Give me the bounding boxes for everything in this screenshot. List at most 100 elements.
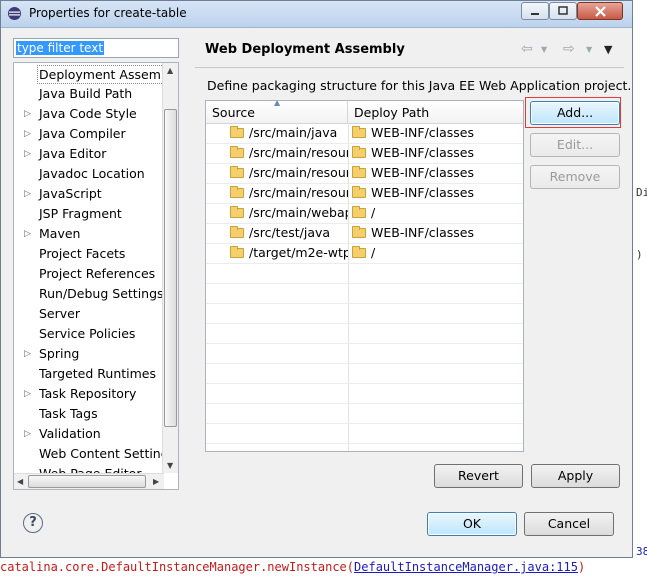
table-row[interactable]	[206, 403, 523, 424]
deploy-path-cell: WEB-INF/classes	[352, 123, 522, 143]
scroll-right-icon[interactable]: ▶	[153, 477, 159, 486]
expand-arrow-icon[interactable]: ▷	[24, 124, 34, 144]
view-menu-icon[interactable]: ▼	[604, 43, 612, 56]
column-header-source[interactable]: ▲ Source	[206, 101, 348, 123]
table-row[interactable]: /target/m2e-wtp/web-resources /	[206, 243, 523, 264]
console-link[interactable]: DefaultInstanceManager.java:115	[354, 560, 578, 574]
expand-arrow-icon[interactable]: ▷	[24, 424, 34, 444]
cancel-button[interactable]: Cancel	[524, 512, 614, 536]
forward-arrow-icon[interactable]: ⇨	[563, 41, 575, 57]
table-row[interactable]	[206, 363, 523, 384]
deploy-path-text: WEB-INF/classes	[371, 225, 475, 240]
deploy-path-text: /	[371, 245, 376, 260]
background-editor: Di ) 38	[633, 0, 647, 577]
minimize-button[interactable]	[521, 2, 549, 20]
apply-button[interactable]: Apply	[531, 464, 620, 488]
source-cell: /src/main/resources	[230, 183, 348, 203]
table-row[interactable]: /src/main/resources WEB-INF/classes	[206, 183, 523, 204]
expand-arrow-icon[interactable]: ▷	[24, 344, 34, 364]
deploy-path-cell: WEB-INF/classes	[352, 143, 522, 163]
tree-hscroll-thumb[interactable]	[28, 475, 146, 488]
folder-icon	[352, 226, 366, 238]
maximize-button[interactable]	[549, 2, 577, 20]
folder-icon	[352, 206, 366, 218]
source-cell: /src/main/java	[230, 123, 348, 143]
table-row[interactable]: /src/main/webapp /	[206, 203, 523, 224]
table-row[interactable]	[206, 343, 523, 364]
deploy-path-text: /	[371, 205, 376, 220]
filter-selected-text: type filter text	[16, 41, 105, 55]
expand-arrow-icon[interactable]: ▷	[24, 104, 34, 124]
scroll-left-icon[interactable]: ◀	[17, 477, 23, 486]
back-menu-icon[interactable]: ▼	[541, 45, 547, 54]
tree-item-label: Project References	[39, 266, 156, 281]
expand-arrow-icon[interactable]: ▷	[24, 184, 34, 204]
deploy-path-text: WEB-INF/classes	[371, 125, 475, 140]
tree-item-label: Java Build Path	[39, 86, 133, 101]
edit-button[interactable]: Edit...	[530, 133, 620, 157]
column-header-deploy-path[interactable]: Deploy Path	[348, 101, 523, 123]
table-row[interactable]	[206, 263, 523, 284]
tree-horizontal-scrollbar[interactable]: ◀ ▶	[14, 473, 164, 489]
source-cell: /target/m2e-wtp/web-resources	[230, 243, 348, 263]
expand-arrow-icon[interactable]: ▷	[24, 144, 34, 164]
table-row[interactable]: /src/main/resources WEB-INF/classes	[206, 163, 523, 184]
forward-menu-icon[interactable]: ▼	[586, 45, 592, 54]
expand-arrow-icon[interactable]: ▷	[24, 224, 34, 244]
filter-field[interactable]: type filter text	[13, 38, 179, 58]
source-cell: /src/test/java	[230, 223, 348, 243]
title-bar[interactable]: Properties for create-table	[1, 1, 632, 28]
category-tree[interactable]: Deployment Assembly Java Build Path ▷ Java …	[13, 62, 179, 490]
page-title: Web Deployment Assembly	[205, 42, 405, 57]
table-row[interactable]: /src/main/java WEB-INF/classes	[206, 123, 523, 144]
add-button[interactable]: Add...	[530, 101, 620, 125]
console-tail: )	[577, 560, 586, 574]
table-row[interactable]	[206, 383, 523, 404]
table-row[interactable]	[206, 303, 523, 324]
tree-item-label: Javadoc Location	[39, 166, 145, 181]
folder-icon	[230, 126, 244, 138]
tree-item-label: Task Tags	[39, 406, 98, 421]
maximize-icon	[550, 3, 576, 19]
source-text: /src/main/java	[249, 125, 338, 140]
table-row[interactable]	[206, 283, 523, 304]
close-button[interactable]	[577, 2, 623, 20]
remove-button[interactable]: Remove	[530, 165, 620, 189]
folder-icon	[230, 146, 244, 158]
back-arrow-icon[interactable]: ⇦	[521, 41, 533, 57]
folder-icon	[352, 246, 366, 258]
source-text: /src/main/webapp	[249, 205, 348, 220]
background-text: 38	[636, 545, 647, 558]
ok-button[interactable]: OK	[427, 512, 517, 536]
table-row[interactable]: /src/main/resources WEB-INF/classes	[206, 143, 523, 164]
tree-scroll-thumb[interactable]	[164, 109, 177, 427]
expand-arrow-icon[interactable]: ▷	[24, 384, 34, 404]
table-row[interactable]	[206, 323, 523, 344]
deployment-table[interactable]: ▲ Source Deploy Path /src/main/java WEB-I…	[205, 100, 524, 452]
tree-item-label: JSP Fragment	[39, 206, 122, 221]
sort-asc-icon: ▲	[274, 100, 281, 107]
tree-item-label: Targeted Runtimes	[39, 366, 156, 381]
table-row[interactable]	[206, 423, 523, 444]
deploy-path-text: WEB-INF/classes	[371, 145, 475, 160]
tree-vertical-scrollbar[interactable]: ▲ ▼	[162, 63, 178, 473]
scroll-down-icon[interactable]: ▼	[167, 461, 173, 470]
folder-icon	[230, 206, 244, 218]
help-icon[interactable]: ?	[23, 513, 43, 533]
minimize-icon	[522, 3, 548, 19]
tree-item-label: Java Code Style	[39, 106, 137, 121]
source-text: /src/main/resources	[249, 185, 348, 200]
tree-item-label: Service Policies	[39, 326, 136, 341]
table-row[interactable]: /src/test/java WEB-INF/classes	[206, 223, 523, 244]
background-text: Di	[636, 186, 647, 199]
folder-icon	[230, 226, 244, 238]
background-text: )	[636, 248, 643, 261]
tree-item-label: Server	[39, 306, 80, 321]
tree-item-label: Run/Debug Settings	[39, 286, 164, 301]
page-description: Define packaging structure for this Java…	[207, 78, 632, 93]
scroll-up-icon[interactable]: ▲	[167, 66, 173, 75]
folder-icon	[230, 186, 244, 198]
revert-button[interactable]: Revert	[434, 464, 523, 488]
deploy-path-cell: WEB-INF/classes	[352, 163, 522, 183]
folder-icon	[352, 146, 366, 158]
